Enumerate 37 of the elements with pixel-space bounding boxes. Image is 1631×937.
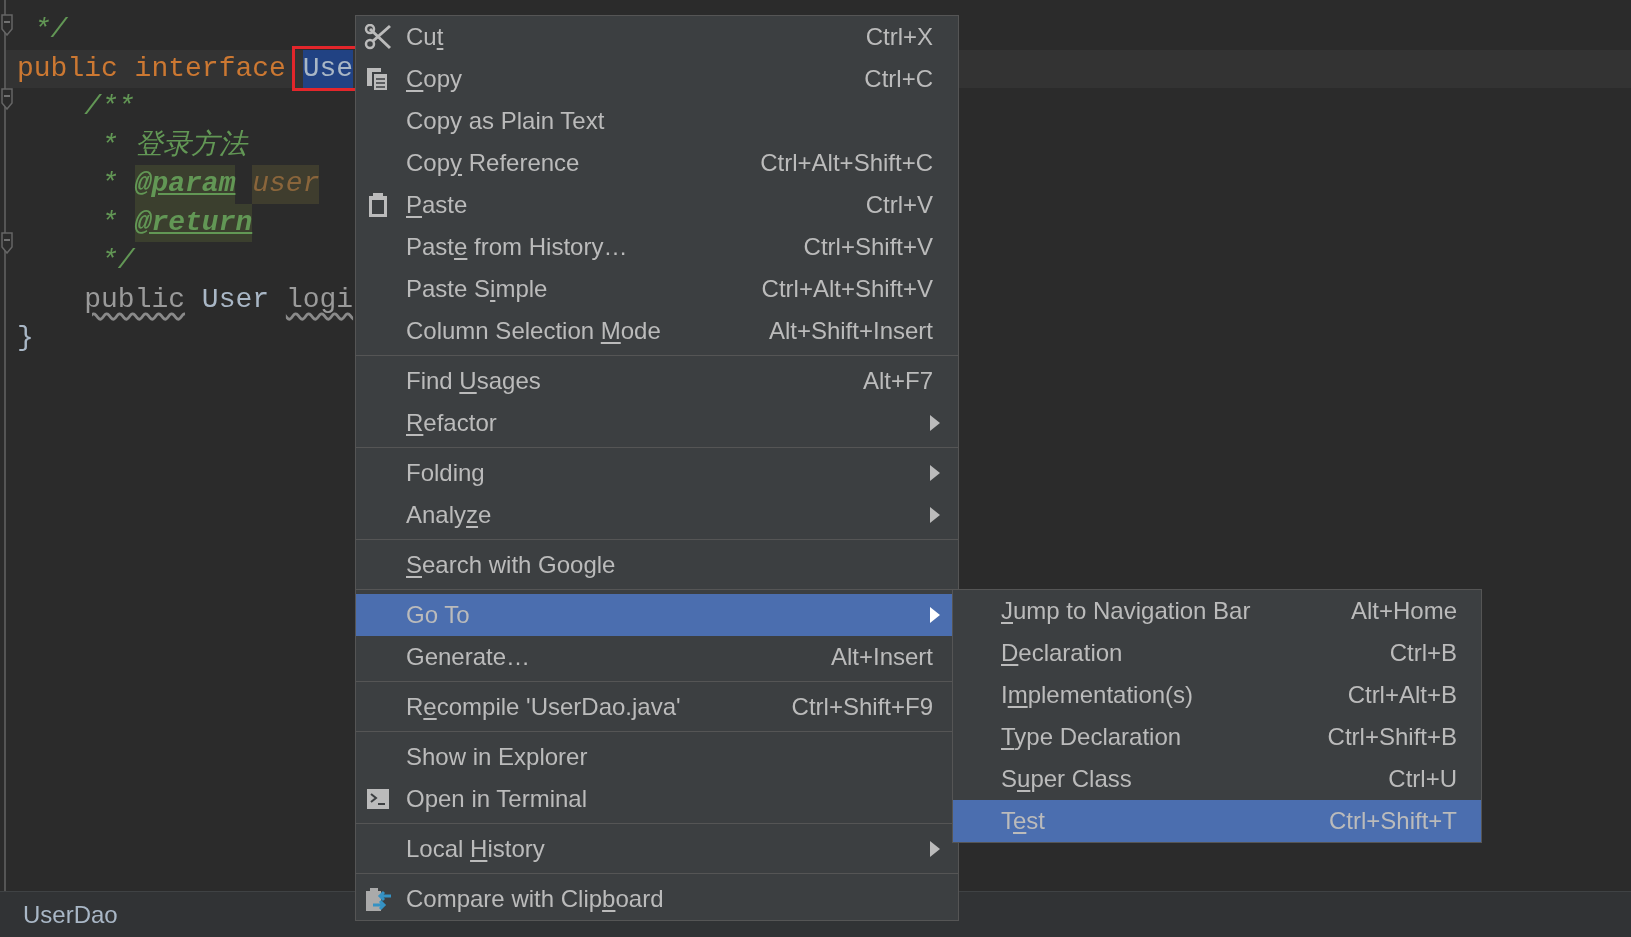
code-token: /**	[84, 90, 135, 124]
code-token: */	[33, 13, 68, 47]
scissors-icon	[364, 24, 392, 50]
menu-item[interactable]: Compare with Clipboard	[356, 878, 958, 920]
fold-marker-icon	[1, 232, 13, 254]
code-token: }	[17, 321, 34, 355]
menu-item[interactable]: Copy Ctrl+C	[356, 58, 958, 100]
menu-item[interactable]: Copy Reference Ctrl+Alt+Shift+C	[356, 142, 958, 184]
code-token: *	[101, 205, 119, 240]
code-token: public	[84, 282, 186, 317]
menu-item[interactable]: Paste Simple Ctrl+Alt+Shift+V	[356, 268, 958, 310]
fold-marker-icon	[1, 14, 13, 36]
menu-item[interactable]: Folding	[356, 452, 958, 494]
code-token: @param	[134, 165, 236, 204]
menu-item[interactable]: Search with Google	[356, 544, 958, 586]
code-token: *	[101, 167, 119, 201]
code-token: * 登录方法	[101, 128, 247, 163]
compare-icon	[364, 886, 392, 912]
menu-item[interactable]: Find Usages Alt+F7	[356, 360, 958, 402]
code-token: public interface	[17, 51, 287, 86]
code-token: @return	[134, 203, 253, 242]
menu-item[interactable]: Cut Ctrl+X	[356, 16, 958, 58]
menu-item[interactable]: Copy as Plain Text	[356, 100, 958, 142]
menu-item[interactable]: Analyze	[356, 494, 958, 536]
menu-item[interactable]: Implementation(s) Ctrl+Alt+B	[953, 674, 1481, 716]
code-token: */	[101, 244, 135, 278]
code-token: User	[201, 282, 271, 317]
menu-item[interactable]: Column Selection Mode Alt+Shift+Insert	[356, 310, 958, 352]
terminal-icon	[364, 786, 392, 812]
menu-item[interactable]: Refactor	[356, 402, 958, 444]
menu-item[interactable]: Paste Ctrl+V	[356, 184, 958, 226]
fold-marker-icon	[1, 88, 13, 110]
menu-item[interactable]: Paste from History… Ctrl+Shift+V	[356, 226, 958, 268]
code-token: logi	[285, 282, 354, 317]
breadcrumb[interactable]: UserDao	[23, 896, 118, 933]
menu-item[interactable]: Type Declaration Ctrl+Shift+B	[953, 716, 1481, 758]
code-token: user	[252, 165, 320, 204]
